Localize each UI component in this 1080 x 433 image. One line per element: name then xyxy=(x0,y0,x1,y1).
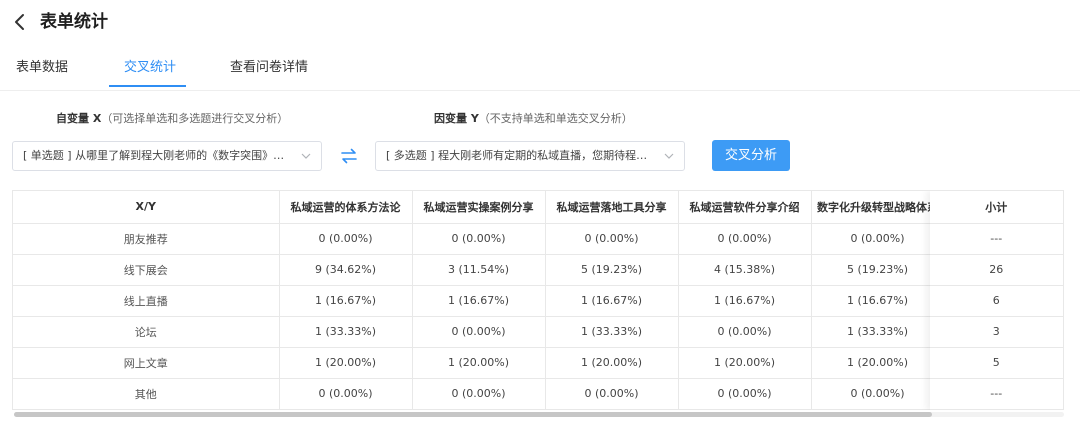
x-variable-title: 自变量 X xyxy=(56,112,102,125)
table-row: 线下展会 9 (34.62%) 3 (11.54%) 5 (19.23%) 4 … xyxy=(13,254,945,286)
table-cell: 0 (0.00%) xyxy=(412,223,546,255)
table-cell: 0 (0.00%) xyxy=(678,223,812,255)
tab-cross-stats[interactable]: 交叉统计 xyxy=(124,56,176,88)
column-header: 私域运营落地工具分享 xyxy=(545,191,679,224)
x-variable-hint: （可选择单选和多选题进行交叉分析） xyxy=(101,112,289,125)
tab-survey-details[interactable]: 查看问卷详情 xyxy=(230,56,308,88)
subtotal-cell: 5 xyxy=(929,347,1064,379)
divider xyxy=(0,90,1080,91)
page-title: 表单统计 xyxy=(40,12,108,32)
page-header: 表单统计 xyxy=(0,0,1080,44)
table-row: 论坛 1 (33.33%) 0 (0.00%) 1 (33.33%) 0 (0.… xyxy=(13,316,945,348)
table-cell: 1 (16.67%) xyxy=(279,285,413,317)
table-cell: 1 (16.67%) xyxy=(412,285,546,317)
table-cell: 0 (0.00%) xyxy=(279,223,413,255)
chevron-down-icon xyxy=(664,153,674,159)
subtotal-cell: --- xyxy=(929,223,1064,255)
x-variable-label: 自变量 X（可选择单选和多选题进行交叉分析） xyxy=(56,110,288,128)
cross-table-container: X/Y 私域运营的体系方法论 私域运营实操案例分享 私域运营落地工具分享 私域运… xyxy=(12,190,1064,410)
column-header: 私域运营软件分享介绍 xyxy=(678,191,812,224)
subtotal-header: 小计 xyxy=(929,191,1064,224)
table-header-row: X/Y 私域运营的体系方法论 私域运营实操案例分享 私域运营落地工具分享 私域运… xyxy=(13,191,945,224)
y-select-value: [ 多选题 ] 程大刚老师有定期的私域直播，您期待程大刚... xyxy=(386,149,658,162)
cross-analyze-button[interactable]: 交叉分析 xyxy=(712,140,790,171)
y-variable-title: 因变量 Y xyxy=(434,112,479,125)
subtotal-column: 小计 --- 26 6 3 5 --- xyxy=(929,191,1064,410)
table-cell: 0 (0.00%) xyxy=(678,316,812,348)
row-label: 线下展会 xyxy=(13,254,280,286)
subtotal-cell: 3 xyxy=(929,316,1064,348)
column-header: 数字化升级转型战略体系 xyxy=(811,191,945,224)
column-header: 私域运营的体系方法论 xyxy=(279,191,413,224)
x-select-value: [ 单选题 ] 从哪里了解到程大刚老师的《数字突围》和他... xyxy=(23,149,295,162)
table-cell: 0 (0.00%) xyxy=(545,223,679,255)
row-label: 论坛 xyxy=(13,316,280,348)
table-cell: 1 (20.00%) xyxy=(279,347,413,379)
table-cell: 1 (16.67%) xyxy=(811,285,945,317)
table-cell: 5 (19.23%) xyxy=(811,254,945,286)
row-label: 其他 xyxy=(13,378,280,410)
table-cell: 1 (16.67%) xyxy=(545,285,679,317)
table-cell: 9 (34.62%) xyxy=(279,254,413,286)
table-cell: 1 (20.00%) xyxy=(811,347,945,379)
swap-arrows-icon[interactable] xyxy=(339,146,359,166)
horizontal-scrollbar[interactable] xyxy=(14,412,932,417)
chevron-down-icon xyxy=(301,153,311,159)
table-cell: 1 (20.00%) xyxy=(412,347,546,379)
chevron-left-icon[interactable] xyxy=(10,12,30,32)
y-variable-label: 因变量 Y（不支持单选和单选交叉分析） xyxy=(434,110,633,128)
cross-table: X/Y 私域运营的体系方法论 私域运营实操案例分享 私域运营落地工具分享 私域运… xyxy=(13,191,945,410)
column-header: 私域运营实操案例分享 xyxy=(412,191,546,224)
subtotal-cell: --- xyxy=(929,378,1064,410)
subtotal-cell: 26 xyxy=(929,254,1064,286)
tab-bar: 表单数据 交叉统计 查看问卷详情 xyxy=(0,56,1080,90)
table-cell: 0 (0.00%) xyxy=(412,378,546,410)
table-row: 其他 0 (0.00%) 0 (0.00%) 0 (0.00%) 0 (0.00… xyxy=(13,378,945,410)
table-cell: 3 (11.54%) xyxy=(412,254,546,286)
table-cell: 4 (15.38%) xyxy=(678,254,812,286)
table-cell: 1 (33.33%) xyxy=(545,316,679,348)
table-body: 朋友推荐 0 (0.00%) 0 (0.00%) 0 (0.00%) 0 (0.… xyxy=(13,223,945,410)
y-variable-select[interactable]: [ 多选题 ] 程大刚老师有定期的私域直播，您期待程大刚... xyxy=(375,141,685,171)
table-cell: 1 (33.33%) xyxy=(811,316,945,348)
table-cell: 0 (0.00%) xyxy=(678,378,812,410)
table-row: 线上直播 1 (16.67%) 1 (16.67%) 1 (16.67%) 1 … xyxy=(13,285,945,317)
row-label: 网上文章 xyxy=(13,347,280,379)
table-cell: 1 (16.67%) xyxy=(678,285,812,317)
corner-header: X/Y xyxy=(13,191,280,224)
table-cell: 1 (33.33%) xyxy=(279,316,413,348)
table-cell: 1 (20.00%) xyxy=(678,347,812,379)
table-row: 网上文章 1 (20.00%) 1 (20.00%) 1 (20.00%) 1 … xyxy=(13,347,945,379)
table-cell: 5 (19.23%) xyxy=(545,254,679,286)
table-cell: 0 (0.00%) xyxy=(279,378,413,410)
tab-form-data[interactable]: 表单数据 xyxy=(16,56,68,88)
table-cell: 0 (0.00%) xyxy=(811,223,945,255)
row-label: 朋友推荐 xyxy=(13,223,280,255)
table-cell: 0 (0.00%) xyxy=(545,378,679,410)
table-cell: 1 (20.00%) xyxy=(545,347,679,379)
subtotal-cell: 6 xyxy=(929,285,1064,317)
y-variable-hint: （不支持单选和单选交叉分析） xyxy=(478,112,633,125)
active-tab-indicator xyxy=(109,85,186,87)
table-cell: 0 (0.00%) xyxy=(811,378,945,410)
table-row: 朋友推荐 0 (0.00%) 0 (0.00%) 0 (0.00%) 0 (0.… xyxy=(13,223,945,255)
x-variable-select[interactable]: [ 单选题 ] 从哪里了解到程大刚老师的《数字突围》和他... xyxy=(12,141,322,171)
row-label: 线上直播 xyxy=(13,285,280,317)
table-cell: 0 (0.00%) xyxy=(412,316,546,348)
